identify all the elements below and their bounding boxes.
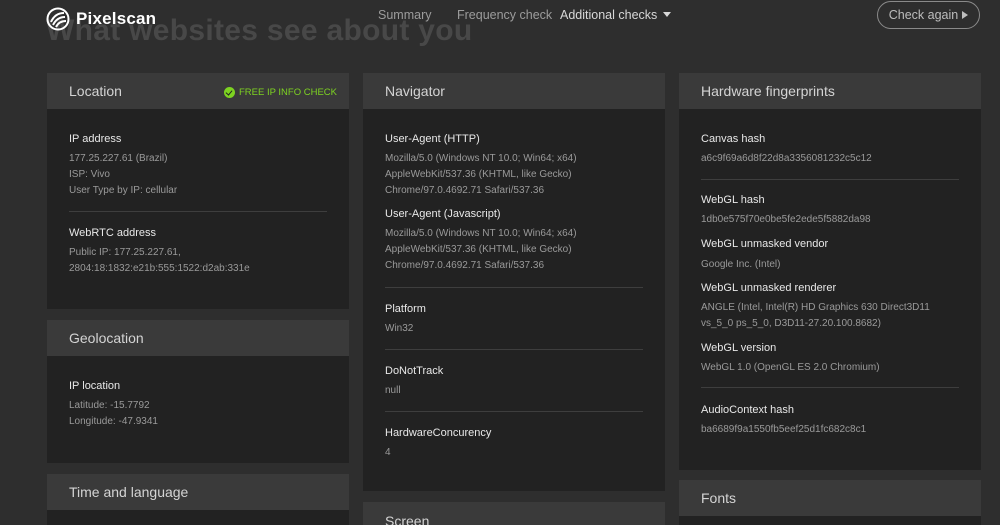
isp-line: ISP: Vivo xyxy=(69,169,110,180)
webrtc-line: 2804:18:1832:e21b:555:1522:d2ab:331e xyxy=(69,263,250,274)
webrtc-label: WebRTC address xyxy=(69,227,157,239)
webgl-vendor-label: WebGL unmasked vendor xyxy=(701,238,829,250)
divider xyxy=(385,349,643,350)
pixelscan-logo-icon xyxy=(46,7,70,31)
ua-js-value: Mozilla/5.0 (Windows NT 10.0; Win64; x64… xyxy=(385,226,577,274)
check-circle-icon xyxy=(223,87,235,98)
ua-line: Mozilla/5.0 (Windows NT 10.0; Win64; x64… xyxy=(385,228,577,239)
hardware-fingerprints-card: Hardware fingerprints Canvas hash a6c9f6… xyxy=(679,73,981,470)
fonts-title: Fonts xyxy=(701,490,737,506)
nav-frequency-check[interactable]: Frequency check xyxy=(457,8,552,22)
webrtc-value: Public IP: 177.25.227.61, 2804:18:1832:e… xyxy=(69,245,250,277)
ua-http-label: User-Agent (HTTP) xyxy=(385,133,480,145)
fonts-card-header: Fonts xyxy=(679,480,981,516)
time-language-card-header: Time and language xyxy=(47,474,349,510)
nav-summary[interactable]: Summary xyxy=(378,8,431,22)
ip-address-value: 177.25.227.61 (Brazil) ISP: Vivo User Ty… xyxy=(69,151,177,199)
play-icon xyxy=(962,11,969,19)
platform-value: Win32 xyxy=(385,323,414,334)
ip-address-label: IP address xyxy=(69,133,122,145)
canvas-hash-label: Canvas hash xyxy=(701,133,766,145)
hardware-concurrency-value: 4 xyxy=(385,447,391,458)
platform-label: Platform xyxy=(385,303,426,315)
divider xyxy=(701,387,959,388)
geolocation-card: Geolocation IP location Latitude: -15.77… xyxy=(47,320,349,463)
webgl-version-value: WebGL 1.0 (OpenGL ES 2.0 Chromium) xyxy=(701,362,880,373)
location-card: Location FREE IP INFO CHECK IP address 1… xyxy=(47,73,349,309)
webgl-hash-value: 1db0e575f70e0be5fe2ede5f5882da98 xyxy=(701,214,871,225)
dnt-value: null xyxy=(385,385,401,396)
renderer-line: ANGLE (Intel, Intel(R) HD Graphics 630 D… xyxy=(701,302,930,313)
webgl-renderer-label: WebGL unmasked renderer xyxy=(701,282,837,294)
ua-http-value: Mozilla/5.0 (Windows NT 10.0; Win64; x64… xyxy=(385,151,577,199)
ua-line: Chrome/97.0.4692.71 Safari/537.36 xyxy=(385,260,544,271)
canvas-hash-value: a6c9f69a6d8f22d8a3356081232c5c12 xyxy=(701,153,872,164)
dnt-label: DoNotTrack xyxy=(385,365,444,377)
audiocontext-hash-label: AudioContext hash xyxy=(701,404,794,416)
longitude-line: Longitude: -47.9341 xyxy=(69,416,158,427)
ua-line: Chrome/97.0.4692.71 Safari/537.36 xyxy=(385,185,544,196)
webgl-version-label: WebGL version xyxy=(701,342,777,354)
ua-js-label: User-Agent (Javascript) xyxy=(385,208,501,220)
screen-card-header: Screen xyxy=(363,502,665,525)
screen-card: Screen xyxy=(363,502,665,525)
location-card-header: Location FREE IP INFO CHECK xyxy=(47,73,349,109)
ua-line: AppleWebKit/537.36 (KHTML, like Gecko) xyxy=(385,169,572,180)
webgl-hash-label: WebGL hash xyxy=(701,194,765,206)
check-again-label: Check again xyxy=(888,8,959,22)
time-language-card: Time and language xyxy=(47,474,349,525)
divider xyxy=(69,211,327,212)
location-title: Location xyxy=(69,83,122,99)
user-type-line: User Type by IP: cellular xyxy=(69,185,178,196)
time-language-title: Time and language xyxy=(69,484,189,500)
ua-line: AppleWebKit/537.36 (KHTML, like Gecko) xyxy=(385,244,572,255)
webrtc-line: Public IP: 177.25.227.61, xyxy=(69,247,181,258)
free-ip-info-check-link[interactable]: FREE IP INFO CHECK xyxy=(223,87,337,98)
screen-title: Screen xyxy=(385,513,430,525)
brand-logo[interactable]: Pixelscan xyxy=(46,7,156,31)
audiocontext-hash-value: ba6689f9a1550fb5eef25d1fc682c8c1 xyxy=(701,424,867,435)
ip-location-value: Latitude: -15.7792 Longitude: -47.9341 xyxy=(69,398,158,430)
check-again-button[interactable]: Check again xyxy=(877,1,980,29)
top-header: Pixelscan Summary Frequency check Additi… xyxy=(0,0,1000,34)
ip-line: 177.25.227.61 (Brazil) xyxy=(69,153,168,164)
nav-additional-checks-label: Additional checks xyxy=(560,8,658,22)
navigator-card: Navigator User-Agent (HTTP) Mozilla/5.0 … xyxy=(363,73,665,491)
geolocation-title: Geolocation xyxy=(69,330,144,346)
hardware-concurrency-label: HardwareConcurency xyxy=(385,427,492,439)
navigator-title: Navigator xyxy=(385,83,445,99)
hardware-title: Hardware fingerprints xyxy=(701,83,835,99)
webgl-vendor-value: Google Inc. (Intel) xyxy=(701,259,781,270)
divider xyxy=(385,411,643,412)
caret-down-icon xyxy=(663,12,672,17)
brand-name: Pixelscan xyxy=(76,9,157,28)
free-ip-info-check-label: FREE IP INFO CHECK xyxy=(238,87,337,98)
fonts-card: Fonts xyxy=(679,480,981,525)
renderer-line: vs_5_0 ps_5_0, D3D11-27.20.100.8682) xyxy=(701,318,881,329)
ua-line: Mozilla/5.0 (Windows NT 10.0; Win64; x64… xyxy=(385,153,577,164)
navigator-card-header: Navigator xyxy=(363,73,665,109)
geolocation-card-header: Geolocation xyxy=(47,320,349,356)
ip-location-label: IP location xyxy=(69,380,121,392)
hardware-card-header: Hardware fingerprints xyxy=(679,73,981,109)
divider xyxy=(701,179,959,180)
latitude-line: Latitude: -15.7792 xyxy=(69,400,150,411)
webgl-renderer-value: ANGLE (Intel, Intel(R) HD Graphics 630 D… xyxy=(701,300,930,332)
nav-additional-checks[interactable]: Additional checks xyxy=(560,8,672,22)
divider xyxy=(385,287,643,288)
